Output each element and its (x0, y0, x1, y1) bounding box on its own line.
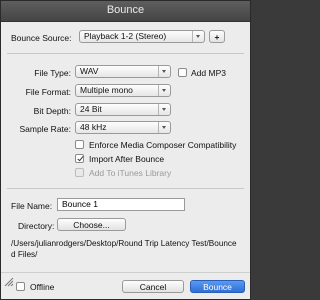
enforce-media-composer-label: Enforce Media Composer Compatibility (89, 140, 237, 150)
bounce-source-value: Playback 1-2 (Stereo) (84, 31, 167, 41)
file-type-value: WAV (80, 66, 99, 76)
chevron-down-icon (158, 85, 170, 96)
window-title: Bounce (106, 4, 145, 16)
sample-rate-label: Sample Rate: (19, 124, 72, 134)
file-type-select[interactable]: WAV (75, 65, 171, 78)
import-after-bounce-checkbox[interactable] (75, 154, 84, 163)
add-to-itunes-checkbox[interactable] (75, 168, 84, 177)
enforce-media-composer-checkbox[interactable] (75, 140, 84, 149)
chevron-down-icon (158, 66, 170, 77)
offline-checkbox[interactable] (16, 282, 25, 291)
add-to-itunes-label: Add To iTunes Library (89, 168, 172, 178)
directory-label: Directory: (18, 221, 55, 231)
bounce-dialog: Bounce Bounce Source: Playback 1-2 (Ster… (0, 0, 251, 300)
chevron-down-icon (158, 104, 170, 115)
separator (7, 188, 244, 189)
file-format-label: File Format: (25, 87, 71, 97)
cancel-button[interactable]: Cancel (122, 280, 184, 293)
dialog-footer: Offline Cancel Bounce (1, 272, 250, 299)
bit-depth-label: Bit Depth: (33, 106, 71, 116)
directory-path-line1: /Users/julianrodgers/Desktop/Round Trip … (11, 239, 237, 248)
choose-directory-button[interactable]: Choose... (57, 218, 126, 231)
bit-depth-value: 24 Bit (80, 104, 102, 114)
file-format-select[interactable]: Multiple mono (75, 84, 171, 97)
bounce-source-label: Bounce Source: (11, 33, 72, 43)
title-bar: Bounce (1, 1, 250, 22)
add-bounce-source-button[interactable]: + (209, 30, 225, 43)
bounce-source-select[interactable]: Playback 1-2 (Stereo) (79, 30, 205, 43)
resize-grip-icon[interactable] (3, 275, 15, 287)
chevron-down-icon (158, 122, 170, 133)
bit-depth-select[interactable]: 24 Bit (75, 103, 171, 116)
add-mp3-checkbox[interactable] (178, 68, 187, 77)
file-name-label: File Name: (11, 201, 53, 211)
sample-rate-value: 48 kHz (80, 122, 107, 132)
file-format-value: Multiple mono (80, 85, 133, 95)
separator (7, 53, 244, 54)
sample-rate-select[interactable]: 48 kHz (75, 121, 171, 134)
offline-label: Offline (30, 282, 55, 292)
import-after-bounce-label: Import After Bounce (89, 154, 165, 164)
file-name-input[interactable]: Bounce 1 (57, 198, 185, 211)
add-mp3-label: Add MP3 (191, 68, 226, 78)
bounce-button[interactable]: Bounce (190, 280, 245, 293)
chevron-down-icon (192, 31, 204, 42)
directory-path-line2: d Files/ (11, 250, 38, 259)
file-type-label: File Type: (34, 68, 71, 78)
